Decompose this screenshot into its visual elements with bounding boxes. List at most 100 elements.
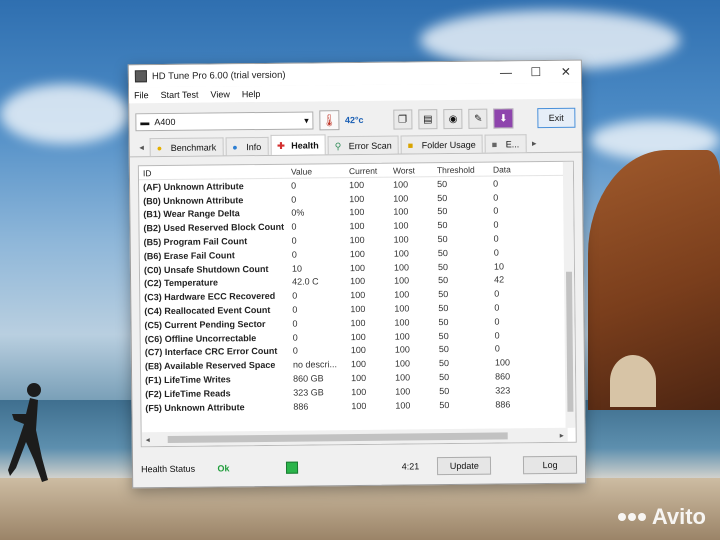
smart-attributes-table[interactable]: ID Value Current Worst Threshold Data (A… <box>137 160 577 448</box>
cell-worst: 100 <box>393 193 409 204</box>
menu-start-test[interactable]: Start Test <box>161 90 199 100</box>
save-button[interactable]: ⬇ <box>493 108 514 129</box>
cell-id: (C3) Hardware ECC Recovered <box>144 291 276 303</box>
screenshot-button[interactable]: ◉ <box>443 108 463 130</box>
tab-scroll-left-icon[interactable]: ◂ <box>136 138 148 156</box>
cell-current: 100 <box>351 386 367 397</box>
tab-erase[interactable]: ■ E... <box>484 134 527 153</box>
cell-threshold: 50 <box>438 303 449 314</box>
tab-error-scan[interactable]: ⚲ Error Scan <box>327 135 399 155</box>
cell-worst: 100 <box>393 248 409 259</box>
tab-info-label: Info <box>246 141 262 152</box>
exit-button[interactable]: Exit <box>536 107 576 129</box>
tab-health[interactable]: ✚ Health <box>270 134 326 155</box>
cell-current: 100 <box>349 193 365 204</box>
cell-value: 0% <box>291 208 305 219</box>
cell-id: (C2) Temperature <box>144 277 218 289</box>
cell-id: (F5) Unknown Attribute <box>145 401 245 413</box>
log-button[interactable]: Log <box>523 455 578 475</box>
cell-value: 323 GB <box>293 387 324 398</box>
scroll-left-icon[interactable]: ◂ <box>142 435 154 444</box>
cell-threshold: 50 <box>437 247 448 259</box>
tab-info[interactable]: ● Info <box>225 136 269 156</box>
column-header-data[interactable]: Data <box>493 164 543 174</box>
copy-info-button[interactable]: ▤ <box>418 109 438 130</box>
cell-data: 0 <box>494 288 500 299</box>
camera-icon: ◉ <box>448 113 458 125</box>
copy-text-button[interactable]: ❐ <box>392 109 413 130</box>
column-header-threshold[interactable]: Threshold <box>437 164 493 174</box>
background-rock-arch <box>610 355 656 407</box>
runner-silhouette <box>8 383 48 482</box>
cell-value: 0 <box>291 180 297 191</box>
cell-threshold: 50 <box>439 372 450 383</box>
options-button[interactable]: ✎ <box>468 108 488 129</box>
toolbar: ▬ A400 ▾ 🌡 42°c ❐ ▤ ◉ ✎ ⬇ Exit <box>129 103 581 138</box>
cell-current: 100 <box>349 248 365 259</box>
cell-value: no descri... <box>292 359 338 370</box>
cell-data: 0 <box>493 192 499 203</box>
cell-current: 100 <box>350 290 366 301</box>
cell-threshold: 50 <box>437 220 448 231</box>
menu-help[interactable]: Help <box>242 89 261 99</box>
cell-data: 0 <box>493 206 499 217</box>
column-header-id[interactable]: ID <box>139 166 291 178</box>
health-status-value: Ok <box>217 463 230 474</box>
cell-threshold: 50 <box>438 344 449 355</box>
column-header-worst[interactable]: Worst <box>393 165 437 175</box>
cell-worst: 100 <box>394 303 410 314</box>
cell-id: (F1) LifeTime Writes <box>145 374 231 386</box>
cell-data: 860 <box>495 371 511 382</box>
cell-value: 886 <box>293 401 309 412</box>
app-drive-icon <box>134 70 147 83</box>
folder-icon: ■ <box>407 139 414 150</box>
background-cloud <box>0 84 130 144</box>
cell-value: 0 <box>292 318 298 329</box>
cell-threshold: 50 <box>437 206 448 217</box>
tab-error-scan-label: Error Scan <box>348 140 392 151</box>
cell-current: 100 <box>350 317 366 328</box>
cell-worst: 100 <box>393 179 409 190</box>
menu-file[interactable]: File <box>134 90 149 100</box>
horizontal-scroll-thumb[interactable] <box>167 431 508 443</box>
copy-icon: ❐ <box>398 113 408 126</box>
column-header-value[interactable]: Value <box>291 166 349 176</box>
cell-worst: 100 <box>394 344 410 356</box>
maximize-button[interactable]: ☐ <box>521 61 551 83</box>
cell-current: 100 <box>349 179 365 190</box>
info-icon: ● <box>232 141 238 152</box>
cell-worst: 100 <box>393 262 410 273</box>
tab-scroll-right-icon[interactable]: ▸ <box>528 134 540 152</box>
close-button[interactable]: ✕ <box>551 61 581 83</box>
scroll-right-icon[interactable]: ▸ <box>556 430 568 439</box>
drive-select[interactable]: ▬ A400 ▾ <box>135 111 314 132</box>
vertical-scrollbar[interactable] <box>562 161 576 428</box>
cell-data: 42 <box>494 274 505 286</box>
cell-current: 100 <box>350 276 366 287</box>
cell-worst: 100 <box>393 234 409 245</box>
cell-current: 100 <box>349 262 366 273</box>
tab-benchmark[interactable]: ● Benchmark <box>149 137 224 157</box>
update-button[interactable]: Update <box>437 456 492 476</box>
wrench-icon: ✎ <box>473 113 483 125</box>
minimize-button[interactable]: — <box>491 61 521 83</box>
drive-select-value: A400 <box>154 116 176 128</box>
cell-value: 0 <box>291 194 297 205</box>
erase-icon: ■ <box>491 139 498 150</box>
hdtune-window: HD Tune Pro 6.00 (trial version) — ☐ ✕ F… <box>127 59 587 489</box>
cell-value: 0 <box>292 290 298 301</box>
cell-data: 10 <box>493 261 504 272</box>
cell-id: (B1) Wear Range Delta <box>143 208 240 220</box>
column-header-current[interactable]: Current <box>349 165 393 175</box>
cell-value: 0 <box>291 249 297 260</box>
background-beach <box>0 478 720 540</box>
menu-bar: File Start Test View Help <box>129 82 582 104</box>
vertical-scroll-thumb[interactable] <box>565 271 574 412</box>
cell-data: 886 <box>495 399 511 410</box>
tab-folder-usage[interactable]: ■ Folder Usage <box>400 134 483 154</box>
cell-value: 0 <box>292 346 298 357</box>
cell-id: (E8) Available Reserved Space <box>144 360 276 372</box>
table-body: (AF) Unknown Attribute 0 100 100 50 0 (B0) Unk… <box>139 176 576 433</box>
menu-view[interactable]: View <box>210 89 229 99</box>
cell-threshold: 50 <box>437 192 448 203</box>
